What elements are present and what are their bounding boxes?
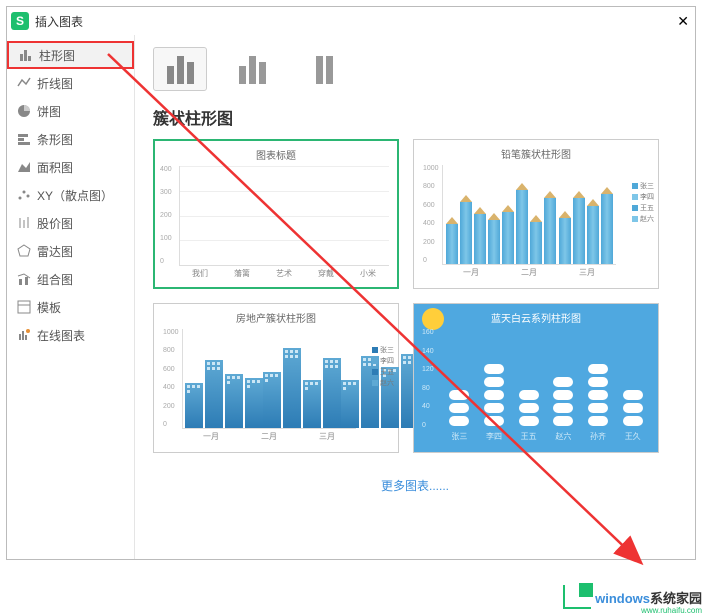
thumb-title: 铅笔簇状柱形图 [422,146,650,161]
bar-icon [19,48,33,62]
sidebar-item-label: 条形图 [37,131,73,148]
chart-category-sidebar: 柱形图 折线图 饼图 条形图 面积图 XY（散点图） [7,35,135,559]
main-area: 簇状柱形图 图表标题 4003002001000 我们藩 [135,35,695,559]
sidebar-item-label: 折线图 [37,75,73,92]
thumb-title: 房地产簇状柱形图 [162,310,390,325]
thumb-title: 图表标题 [163,147,389,162]
more-charts-link[interactable]: 更多图表...... [153,477,677,494]
sidebar-item-template[interactable]: 模板 [7,293,134,321]
legend: 张三 李四 王五 赵六 [632,180,654,225]
sidebar-item-online[interactable]: 在线图表 [7,321,134,349]
sidebar-item-scatter[interactable]: XY（散点图） [7,181,134,209]
sidebar-item-label: 模板 [37,299,61,316]
sidebar-item-label: 柱形图 [39,47,75,64]
sidebar-item-label: 在线图表 [37,327,85,344]
combo-icon [17,272,31,286]
sidebar-item-bar[interactable]: 柱形图 [7,41,134,69]
watermark-url: www.ruhaifu.com [641,606,702,615]
radar-icon [17,244,31,258]
sidebar-item-label: 面积图 [37,159,73,176]
sidebar-item-line[interactable]: 折线图 [7,69,134,97]
sidebar-item-hbar[interactable]: 条形图 [7,125,134,153]
subtype-cluster[interactable] [153,47,207,91]
stock-icon [17,216,31,230]
pie-icon [17,104,31,118]
chart-thumb-4[interactable]: 蓝天白云系列柱形图 16014012080400 张三李四王五赵六孙齐王久 [413,303,659,453]
chart-thumbnails: 图表标题 4003002001000 我们藩篱艺术穿戴小米 [153,139,677,453]
sidebar-item-radar[interactable]: 雷达图 [7,237,134,265]
close-button[interactable]: ✕ [677,13,689,30]
home-icon [563,585,591,609]
hbar-icon [17,132,31,146]
sidebar-item-label: 雷达图 [37,243,73,260]
sidebar-item-area[interactable]: 面积图 [7,153,134,181]
sidebar-item-stock[interactable]: 股价图 [7,209,134,237]
thumb-title: 蓝天白云系列柱形图 [422,310,650,325]
sidebar-item-label: 饼图 [37,103,61,120]
sidebar-item-pie[interactable]: 饼图 [7,97,134,125]
chart-subtype-tabs [153,47,677,91]
sidebar-item-combo[interactable]: 组合图 [7,265,134,293]
titlebar: S 插入图表 ✕ [7,7,695,35]
scatter-icon [17,188,31,202]
chart-preview: 10008006004002000 [442,165,616,265]
subtype-percent[interactable] [297,47,351,91]
sidebar-item-label: 组合图 [37,271,73,288]
sidebar-item-label: 股价图 [37,215,73,232]
line-icon [17,76,31,90]
chart-preview: 16014012080400 [442,329,650,429]
chart-thumb-1[interactable]: 图表标题 4003002001000 我们藩篱艺术穿戴小米 [153,139,399,289]
legend: 张三 李四 王五 赵六 [372,344,394,389]
sidebar-item-label: XY（散点图） [37,187,113,204]
chart-preview: 10008006004002000 [182,329,356,429]
chart-thumb-2[interactable]: 铅笔簇状柱形图 10008006004002000 一月二月三月 张三 李四 王… [413,139,659,289]
chart-preview: 4003002001000 [179,166,389,266]
template-icon [17,300,31,314]
section-title: 簇状柱形图 [153,105,677,129]
subtype-stacked[interactable] [225,47,279,91]
dialog-title: 插入图表 [35,13,83,30]
sun-icon [422,308,444,330]
online-icon [17,328,31,342]
insert-chart-dialog: S 插入图表 ✕ 柱形图 折线图 饼图 条形图 面积图 [6,6,696,560]
app-icon: S [11,12,29,30]
chart-thumb-3[interactable]: 房地产簇状柱形图 10008006004002000 一月二月三月 张三 李四 … [153,303,399,453]
area-icon [17,160,31,174]
